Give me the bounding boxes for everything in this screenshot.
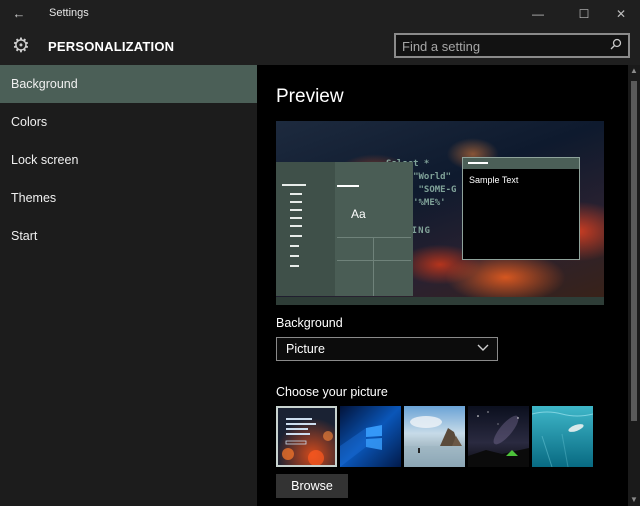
- background-dropdown[interactable]: Picture: [276, 337, 498, 361]
- background-label: Background: [276, 316, 343, 330]
- preview-tile-text: Aa: [351, 207, 366, 221]
- scroll-down-icon[interactable]: ▼: [628, 494, 640, 506]
- scrollbar[interactable]: ▲ ▼: [628, 65, 640, 506]
- close-button[interactable]: ✕: [606, 4, 636, 24]
- sidebar-item-lock-screen[interactable]: Lock screen: [0, 141, 257, 179]
- preview-sample-text: Sample Text: [469, 175, 519, 185]
- sidebar-item-label: Themes: [11, 191, 57, 205]
- main-content: Preview Select * FROM "World" WHERE "SOM…: [257, 65, 628, 506]
- sidebar: Background Colors Lock screen Themes Sta…: [0, 65, 257, 506]
- sidebar-item-label: Background: [11, 77, 78, 91]
- scroll-up-icon[interactable]: ▲: [628, 65, 640, 77]
- preview-taskbar: [276, 297, 604, 305]
- sidebar-item-label: Start: [11, 229, 38, 243]
- search-input[interactable]: [402, 37, 602, 55]
- sidebar-item-start[interactable]: Start: [0, 217, 257, 255]
- picture-thumbnail-abstract-code[interactable]: [276, 406, 337, 467]
- scrollbar-thumb[interactable]: [631, 81, 637, 421]
- preview-tiles: Aa: [335, 162, 413, 296]
- preview-heading: Preview: [276, 86, 344, 107]
- sidebar-item-background[interactable]: Background: [0, 65, 257, 103]
- window-title: Settings: [49, 7, 89, 19]
- title-bar: ← Settings — ☐ ✕: [0, 0, 640, 28]
- page-header: ⚙ PERSONALIZATION: [0, 28, 640, 65]
- preview-start-menu: [276, 162, 335, 296]
- back-arrow-icon[interactable]: ←: [8, 4, 30, 24]
- choose-picture-label: Choose your picture: [276, 385, 388, 399]
- picture-thumbnail-underwater-swimmer[interactable]: [532, 406, 593, 467]
- picture-thumbnail-windows-blue[interactable]: [340, 406, 401, 467]
- chevron-down-icon: [475, 339, 491, 357]
- picture-thumbnails: [276, 406, 596, 467]
- background-dropdown-value: Picture: [286, 342, 325, 356]
- minimize-button[interactable]: —: [523, 4, 553, 24]
- sidebar-item-themes[interactable]: Themes: [0, 179, 257, 217]
- search-box[interactable]: [394, 33, 630, 58]
- picture-thumbnail-night-sky-tent[interactable]: [468, 406, 529, 467]
- sidebar-item-label: Colors: [11, 115, 48, 129]
- page-title: PERSONALIZATION: [48, 39, 175, 54]
- maximize-button[interactable]: ☐: [569, 4, 599, 24]
- picture-thumbnail-beach-rocks[interactable]: [404, 406, 465, 467]
- browse-button[interactable]: Browse: [276, 474, 348, 498]
- desktop-preview: Select * FROM "World" WHERE "SOME-G LIKE…: [276, 121, 604, 305]
- sidebar-item-label: Lock screen: [11, 153, 79, 167]
- preview-window: Sample Text: [462, 157, 580, 260]
- gear-icon: ⚙: [12, 35, 30, 57]
- search-icon[interactable]: [608, 37, 624, 55]
- sidebar-item-colors[interactable]: Colors: [0, 103, 257, 141]
